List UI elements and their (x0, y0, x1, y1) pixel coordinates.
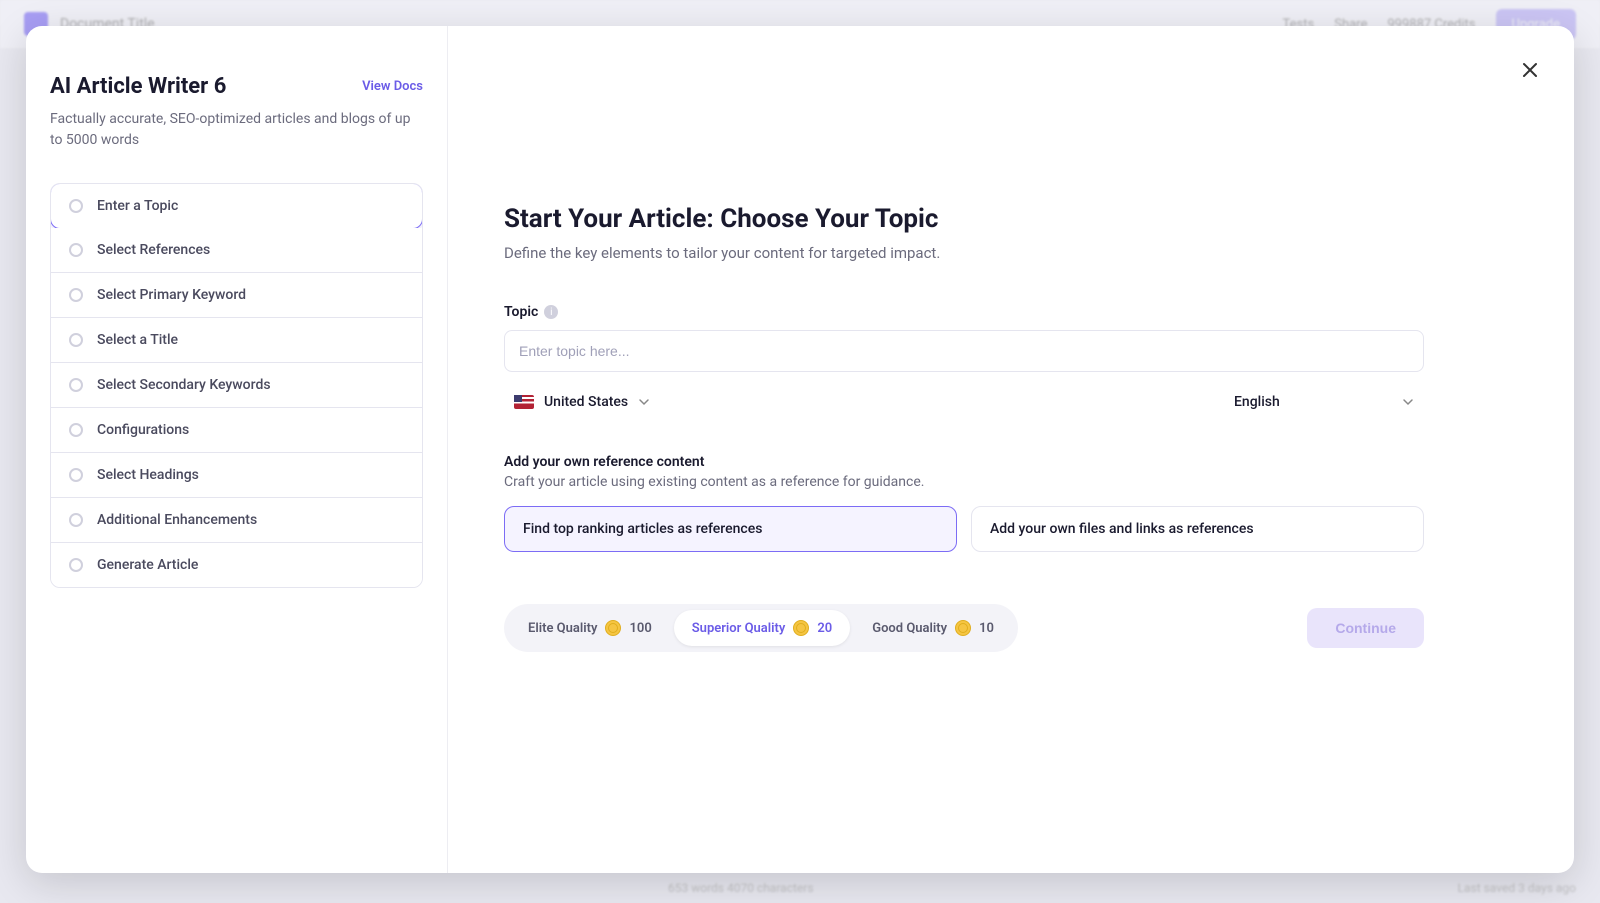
quality-credits: 100 (629, 621, 651, 636)
continue-button[interactable]: Continue (1307, 608, 1424, 648)
last-saved: Last saved 3 days ago (1458, 881, 1576, 895)
step-indicator-icon (69, 378, 83, 392)
main-panel: Start Your Article: Choose Your Topic De… (448, 26, 1574, 873)
quality-good[interactable]: Good Quality 10 (854, 610, 1012, 646)
step-indicator-icon (69, 243, 83, 257)
article-writer-modal: AI Article Writer 6 View Docs Factually … (26, 26, 1574, 873)
ref-option-label: Add your own files and links as referenc… (990, 521, 1254, 537)
step-label: Additional Enhancements (97, 512, 257, 528)
coin-icon (793, 620, 809, 636)
country-label: United States (544, 394, 628, 410)
reference-section-subtitle: Craft your article using existing conten… (504, 474, 1424, 490)
sidebar: AI Article Writer 6 View Docs Factually … (26, 26, 448, 873)
us-flag-icon (514, 395, 534, 409)
step-secondary-keywords[interactable]: Select Secondary Keywords (51, 363, 422, 408)
step-select-references[interactable]: Select References (51, 228, 422, 273)
quality-label: Good Quality (872, 621, 947, 636)
step-enter-topic[interactable]: Enter a Topic (50, 183, 423, 229)
coin-icon (955, 620, 971, 636)
quality-superior[interactable]: Superior Quality 20 (674, 610, 850, 646)
close-button[interactable] (1514, 54, 1546, 86)
page-title: Start Your Article: Choose Your Topic (504, 204, 1424, 234)
chevron-down-icon (638, 396, 650, 408)
step-select-title[interactable]: Select a Title (51, 318, 422, 363)
step-generate-article[interactable]: Generate Article (51, 543, 422, 587)
step-label: Select a Title (97, 332, 178, 348)
quality-elite[interactable]: Elite Quality 100 (510, 610, 670, 646)
ref-option-label: Find top ranking articles as references (523, 521, 762, 537)
ref-option-own-files[interactable]: Add your own files and links as referenc… (971, 506, 1424, 552)
quality-credits: 20 (817, 621, 832, 636)
step-primary-keyword[interactable]: Select Primary Keyword (51, 273, 422, 318)
quality-label: Elite Quality (528, 621, 597, 636)
background-footer: 653 words 4070 characters Last saved 3 d… (0, 881, 1600, 895)
step-label: Configurations (97, 422, 189, 438)
step-indicator-icon (69, 558, 83, 572)
quality-label: Superior Quality (692, 621, 786, 636)
step-additional-enhancements[interactable]: Additional Enhancements (51, 498, 422, 543)
step-indicator-icon (69, 288, 83, 302)
steps-list: Enter a Topic Select References Select P… (50, 183, 423, 588)
step-label: Enter a Topic (97, 198, 178, 214)
chevron-down-icon (1402, 396, 1414, 408)
language-label: English (1234, 394, 1280, 410)
step-indicator-icon (69, 333, 83, 347)
step-label: Select References (97, 242, 210, 258)
reference-section-title: Add your own reference content (504, 454, 1424, 470)
quality-credits: 10 (979, 621, 994, 636)
step-indicator-icon (69, 423, 83, 437)
topic-input[interactable] (504, 330, 1424, 372)
country-select[interactable]: United States (504, 388, 660, 416)
step-label: Generate Article (97, 557, 198, 573)
ref-option-top-ranking[interactable]: Find top ranking articles as references (504, 506, 957, 552)
language-select[interactable]: English (1224, 388, 1424, 416)
step-indicator-icon (69, 468, 83, 482)
word-count: 653 words 4070 characters (668, 881, 814, 895)
step-configurations[interactable]: Configurations (51, 408, 422, 453)
step-select-headings[interactable]: Select Headings (51, 453, 422, 498)
topic-label: Topic (504, 304, 538, 320)
view-docs-link[interactable]: View Docs (362, 79, 423, 94)
page-subtitle: Define the key elements to tailor your c… (504, 244, 1424, 262)
coin-icon (605, 620, 621, 636)
sidebar-subtitle: Factually accurate, SEO-optimized articl… (50, 109, 423, 151)
step-label: Select Headings (97, 467, 199, 483)
step-label: Select Primary Keyword (97, 287, 246, 303)
sidebar-title: AI Article Writer 6 (50, 74, 226, 99)
step-label: Select Secondary Keywords (97, 377, 271, 393)
step-indicator-icon (69, 199, 83, 213)
quality-selector: Elite Quality 100 Superior Quality 20 Go… (504, 604, 1018, 652)
close-icon (1522, 62, 1538, 78)
info-icon[interactable]: i (544, 305, 558, 319)
step-indicator-icon (69, 513, 83, 527)
